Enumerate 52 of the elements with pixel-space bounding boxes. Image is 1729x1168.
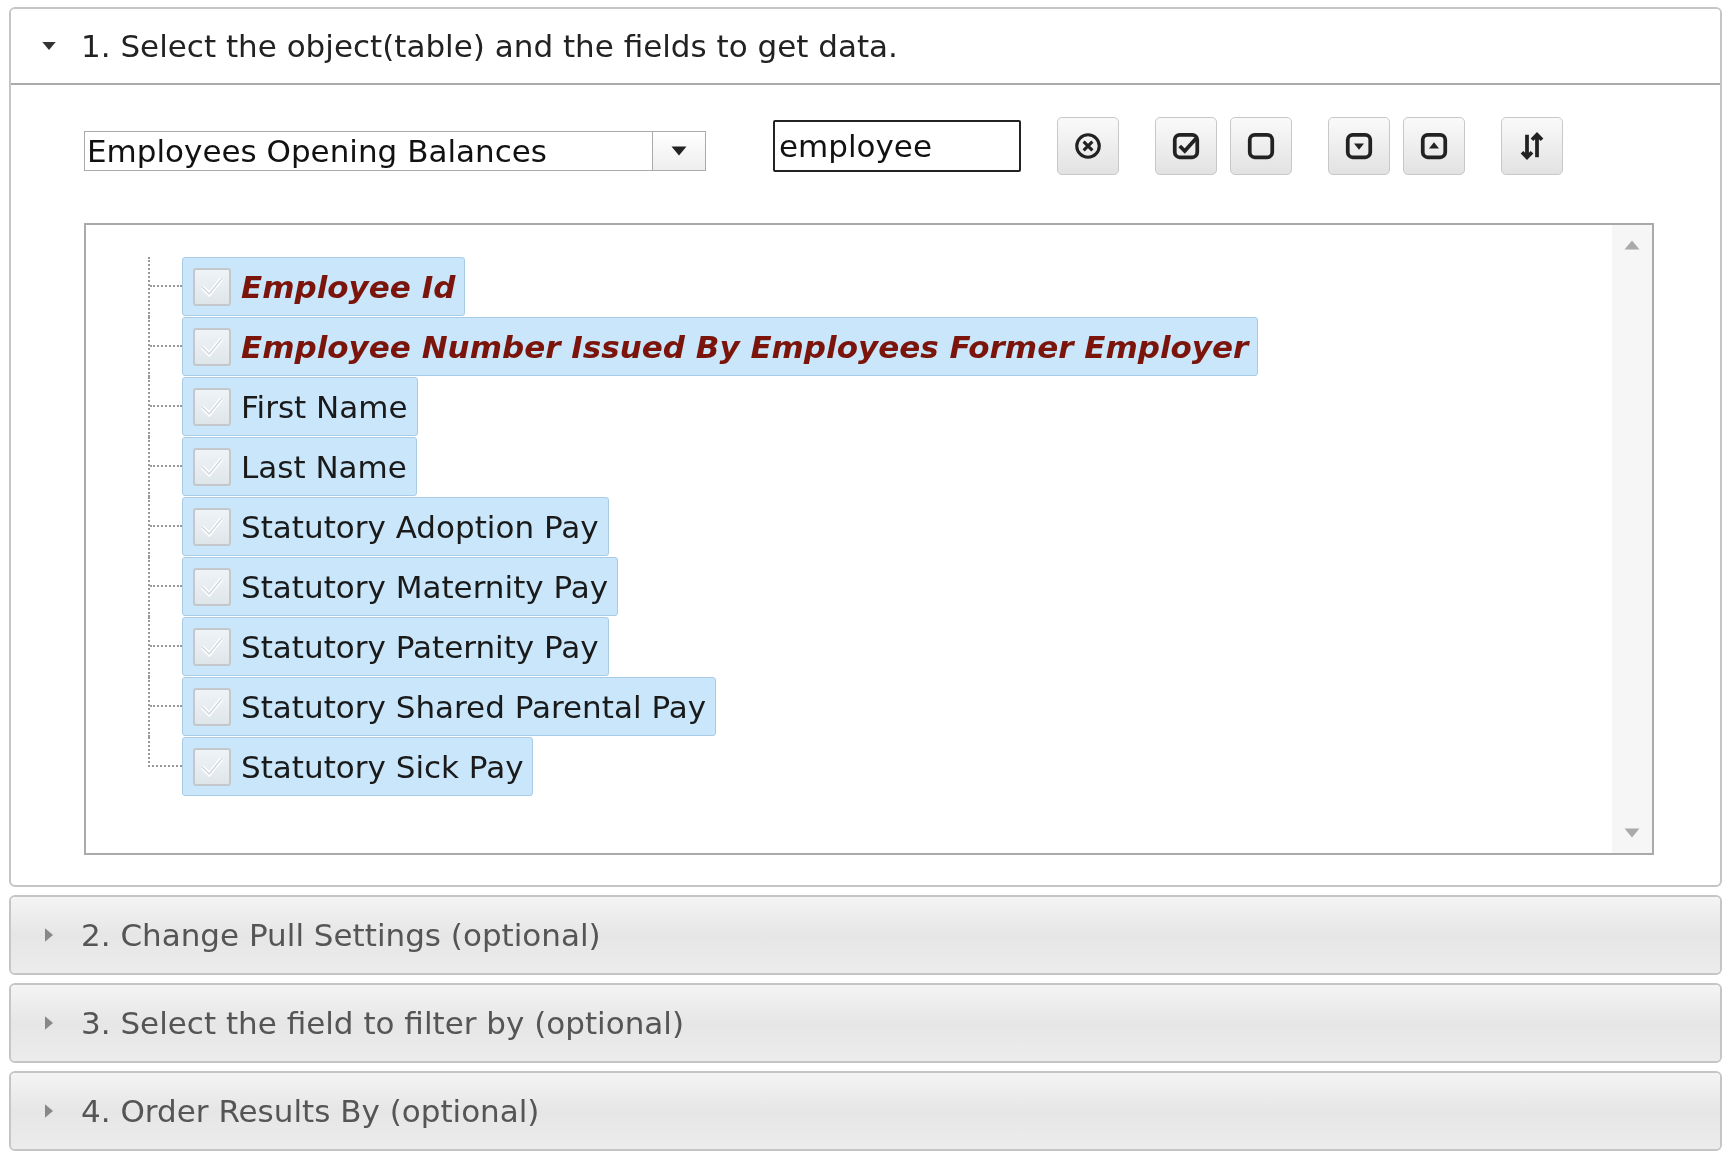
field-item[interactable]: Employee Id (182, 257, 466, 316)
scroll-down-icon[interactable] (1623, 827, 1641, 839)
expand-all-button[interactable] (1328, 117, 1390, 175)
field-label: Employee Number Issued By Employees Former Employer (241, 328, 1249, 365)
field-item[interactable]: First Name (182, 377, 418, 436)
field-label: Statutory Paternity Pay (241, 628, 599, 665)
checked-box-icon (1171, 131, 1201, 161)
check-all-button[interactable] (1155, 117, 1217, 175)
checkbox[interactable] (193, 327, 231, 366)
field-item[interactable]: Statutory Adoption Pay (182, 497, 609, 556)
up-box-icon (1419, 131, 1449, 161)
section-title: 2. Change Pull Settings (optional) (81, 917, 601, 953)
collapse-all-button[interactable] (1403, 117, 1465, 175)
field-label: Statutory Maternity Pay (241, 568, 609, 605)
section-header[interactable]: 1. Select the object(table) and the fields to get data. (11, 9, 1720, 85)
sort-button[interactable] (1501, 117, 1563, 175)
checkbox[interactable] (193, 267, 231, 306)
dropdown-caret-icon (670, 145, 688, 157)
field-label: Statutory Sick Pay (241, 748, 524, 785)
clear-button[interactable] (1057, 117, 1119, 175)
clear-icon (1073, 131, 1103, 161)
checkbox[interactable] (193, 627, 231, 666)
scrollbar[interactable] (1612, 225, 1652, 853)
down-box-icon (1344, 131, 1374, 161)
field-label: Last Name (241, 448, 407, 485)
section-title: 3. Select the field to filter by (optional) (81, 1005, 685, 1041)
object-dropdown[interactable]: Employees Opening Balances (84, 131, 706, 171)
checkbox[interactable] (193, 387, 231, 426)
field-label: Statutory Adoption Pay (241, 508, 599, 545)
scroll-up-icon[interactable] (1623, 239, 1641, 251)
field-item[interactable]: Statutory Sick Pay (182, 737, 534, 796)
empty-box-icon (1246, 131, 1276, 161)
checkbox[interactable] (193, 507, 231, 546)
section-header[interactable]: 2. Change Pull Settings (optional) (11, 897, 1720, 973)
field-item[interactable]: Statutory Shared Parental Pay (182, 677, 717, 736)
section-header[interactable]: 4. Order Results By (optional) (11, 1073, 1720, 1149)
search-field[interactable]: employee (773, 120, 1021, 172)
field-label: First Name (241, 388, 408, 425)
field-item[interactable]: Statutory Paternity Pay (182, 617, 609, 676)
section-header[interactable]: 3. Select the field to filter by (optional) (11, 985, 1720, 1061)
field-label: Employee Id (241, 268, 456, 305)
checkbox[interactable] (193, 747, 231, 786)
checkbox[interactable] (193, 447, 231, 486)
field-item[interactable]: Last Name (182, 437, 417, 496)
field-item[interactable]: Employee Number Issued By Employees Former Employer (182, 317, 1259, 376)
section-title: 1. Select the object(table) and the fields to get data. (81, 28, 898, 64)
checkbox[interactable] (193, 567, 231, 606)
field-item[interactable]: Statutory Maternity Pay (182, 557, 619, 616)
field-label: Statutory Shared Parental Pay (241, 688, 707, 725)
uncheck-all-button[interactable] (1230, 117, 1292, 175)
checkbox[interactable] (193, 687, 231, 726)
section-title: 4. Order Results By (optional) (81, 1093, 540, 1129)
